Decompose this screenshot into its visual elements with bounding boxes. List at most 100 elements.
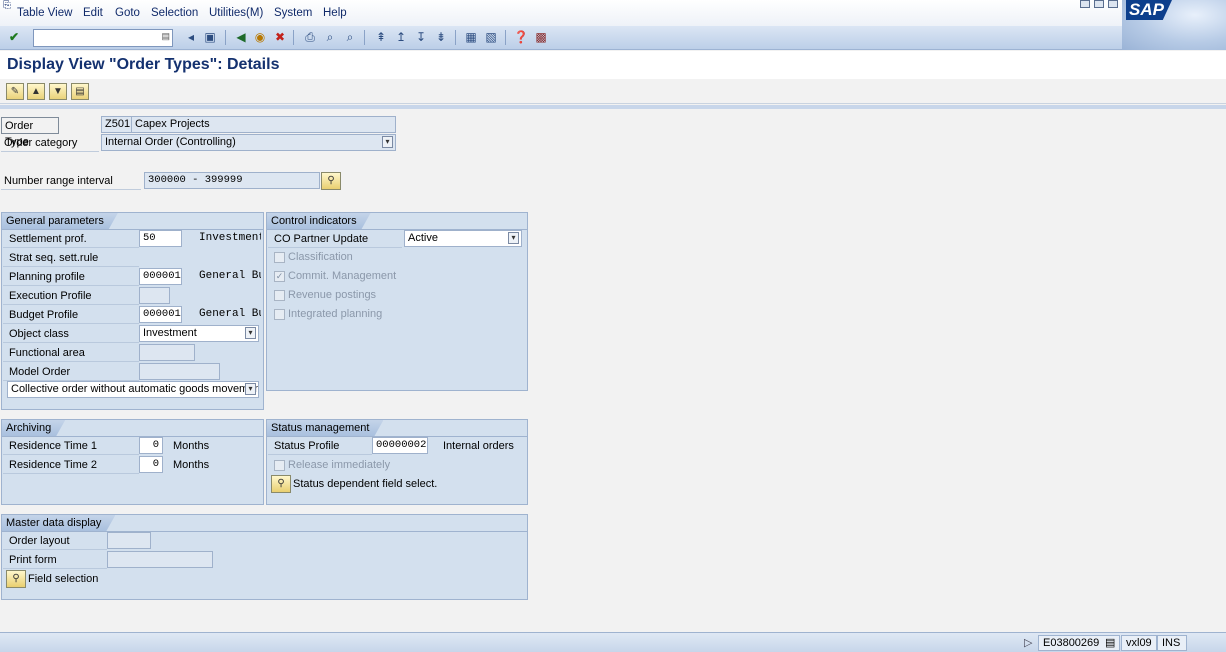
planning-profile-field[interactable]: 000001	[139, 268, 182, 285]
settlement-prof-field[interactable]: 50	[139, 230, 182, 247]
find-next-icon[interactable]: ⌕	[342, 29, 358, 45]
object-class-dropdown[interactable]: Investment ▾	[139, 325, 259, 342]
menu-help[interactable]: Help	[323, 7, 347, 19]
master-data-display-group: Master data display Order layout Print f…	[1, 514, 528, 600]
system-info-list-icon[interactable]: ▤	[1105, 636, 1115, 649]
find-icon[interactable]: ⌕	[322, 29, 338, 45]
number-range-field: 300000 - 399999	[144, 172, 320, 189]
next-page-icon[interactable]: ↧	[413, 29, 429, 45]
budget-profile-field[interactable]: 000001	[139, 306, 182, 323]
release-immediately-checkbox[interactable]	[274, 460, 285, 471]
display-change-icon[interactable]: ✎	[6, 83, 24, 100]
client-info: vxl09	[1121, 635, 1157, 651]
other-entry-icon[interactable]: ▤	[71, 83, 89, 100]
co-partner-label: CO Partner Update	[268, 230, 402, 248]
standard-toolbar: ✔ ▤ ◂ ▣ ◀ ◉ ✖ ⎙ ⌕ ⌕ ⇞ ↥ ↧ ⇟ ▦ ▧ ❓ ▩	[0, 26, 1226, 50]
commit-management-checkbox[interactable]: ✓	[274, 271, 285, 282]
collective-order-dropdown[interactable]: Collective order without automatic goods…	[7, 381, 259, 398]
menu-goto[interactable]: Goto	[115, 7, 140, 19]
general-parameters-group: General parameters Settlement prof. 50 I…	[1, 212, 264, 410]
print-icon[interactable]: ⎙	[302, 29, 318, 45]
functional-area-field[interactable]	[139, 344, 195, 361]
cancel-icon[interactable]: ✖	[272, 29, 288, 45]
field-selection-icon[interactable]: ⚲	[6, 570, 26, 588]
order-type-description: Capex Projects	[131, 116, 396, 133]
model-order-field[interactable]	[139, 363, 220, 380]
field-selection-label[interactable]: Field selection	[28, 573, 98, 585]
status-management-title: Status management	[267, 420, 383, 436]
release-immediately-label: Release immediately	[288, 459, 391, 471]
order-layout-field[interactable]	[107, 532, 151, 549]
minimize-icon[interactable]	[1080, 0, 1090, 8]
budget-profile-desc: General Bu	[199, 308, 261, 320]
enter-check-icon[interactable]: ✔	[6, 29, 22, 45]
order-category-dropdown[interactable]: Internal Order (Controlling) ▾	[101, 134, 396, 151]
revenue-postings-checkbox[interactable]	[274, 290, 285, 301]
status-dependent-field-select-icon[interactable]: ⚲	[271, 475, 291, 493]
residence-time-1-unit: Months	[173, 440, 210, 452]
residence-time-1-label: Residence Time 1	[3, 437, 139, 455]
integrated-planning-label: Integrated planning	[288, 308, 383, 320]
co-partner-dropdown[interactable]: Active ▾	[404, 230, 522, 247]
execution-profile-label: Execution Profile	[3, 287, 139, 305]
dropdown-arrow-icon[interactable]: ▾	[245, 383, 256, 395]
number-range-label: Number range interval	[1, 173, 141, 190]
previous-entry-icon[interactable]: ▲	[27, 83, 45, 100]
order-type-field[interactable]: Z501	[101, 116, 132, 133]
shortcut-icon[interactable]: ▧	[483, 29, 499, 45]
maximize-icon[interactable]	[1094, 0, 1104, 8]
model-order-label: Model Order	[3, 363, 139, 381]
print-form-label: Print form	[3, 551, 107, 569]
order-layout-label: Order layout	[3, 532, 107, 550]
status-bar: ▷ E03800269 ▤ vxl09 INS	[0, 632, 1226, 652]
save-icon[interactable]: ▣	[202, 29, 218, 45]
back-icon[interactable]: ◀	[233, 29, 249, 45]
planning-profile-label: Planning profile	[3, 268, 139, 286]
page-title: Display View "Order Types": Details	[7, 56, 280, 73]
dropdown-arrow-icon[interactable]: ▾	[382, 136, 393, 148]
dropdown-arrow-icon[interactable]: ▾	[508, 232, 519, 244]
back-arrow-small-icon[interactable]: ◂	[183, 29, 199, 45]
previous-page-icon[interactable]: ↥	[393, 29, 409, 45]
new-session-icon[interactable]: ▦	[463, 29, 479, 45]
menu-table-view[interactable]: Table View	[17, 7, 72, 19]
layout-menu-icon[interactable]: ▩	[533, 29, 549, 45]
next-entry-icon[interactable]: ▼	[49, 83, 67, 100]
menu-edit[interactable]: Edit	[83, 7, 103, 19]
residence-time-2-label: Residence Time 2	[3, 456, 139, 474]
residence-time-1-field[interactable]: 0	[139, 437, 163, 454]
commit-management-label: Commit. Management	[288, 270, 397, 282]
first-page-icon[interactable]: ⇞	[373, 29, 389, 45]
integrated-planning-checkbox[interactable]	[274, 309, 285, 320]
last-page-icon[interactable]: ⇟	[433, 29, 449, 45]
execution-profile-field[interactable]	[139, 287, 170, 304]
revenue-postings-label: Revenue postings	[288, 289, 377, 301]
classification-checkbox[interactable]	[274, 252, 285, 263]
order-type-label: Order Type	[1, 117, 59, 148]
strat-seq-label: Strat seq. sett.rule	[3, 249, 139, 267]
dropdown-arrow-icon[interactable]: ▾	[245, 327, 256, 339]
status-expand-icon[interactable]: ▷	[1024, 636, 1032, 649]
planning-profile-desc: General Bu	[199, 270, 261, 282]
budget-profile-label: Budget Profile	[3, 306, 139, 324]
help-icon[interactable]: ❓	[513, 29, 529, 45]
exit-icon[interactable]: ◉	[252, 29, 268, 45]
status-dependent-field-select-label[interactable]: Status dependent field select.	[293, 478, 437, 490]
sap-logo: SAP	[1122, 0, 1226, 50]
residence-time-2-field[interactable]: 0	[139, 456, 163, 473]
input-mode: INS	[1157, 635, 1187, 651]
menu-selection[interactable]: Selection	[151, 7, 198, 19]
command-field[interactable]: ▤	[33, 29, 173, 47]
status-profile-field[interactable]: 00000002	[372, 437, 428, 454]
status-profile-desc: Internal orders	[443, 440, 514, 452]
print-form-field[interactable]	[107, 551, 213, 568]
menu-system[interactable]: System	[274, 7, 312, 19]
general-parameters-title: General parameters	[2, 213, 118, 229]
status-profile-label: Status Profile	[268, 437, 372, 455]
control-indicators-group: Control indicators CO Partner Update Act…	[266, 212, 528, 391]
residence-time-2-unit: Months	[173, 459, 210, 471]
number-range-detail-icon[interactable]: ⚲	[321, 172, 341, 190]
window-icon[interactable]: ⎘	[3, 0, 11, 11]
menu-utilities[interactable]: Utilities(M)	[209, 7, 263, 19]
close-window-icon[interactable]	[1108, 0, 1118, 8]
